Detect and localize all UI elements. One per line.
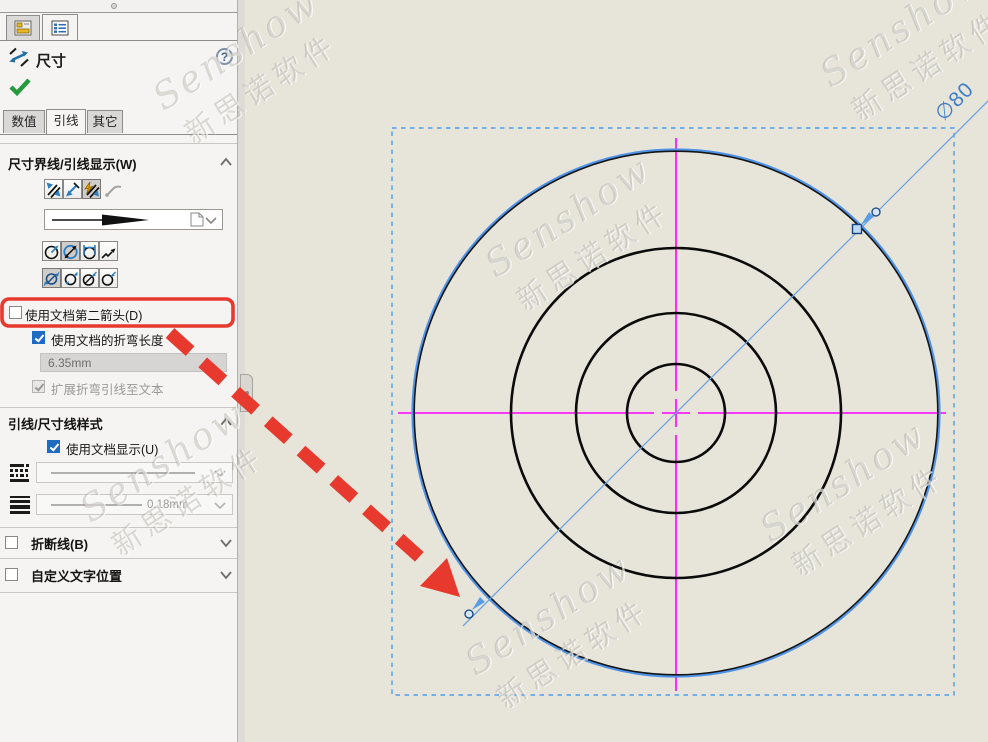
arrow-outside-icon (81, 270, 98, 287)
arrow-drag-handle-upper[interactable] (872, 208, 880, 216)
panel-title-row: 尺寸 ? (0, 46, 237, 72)
line-thickness-dropdown: 0.18mm (36, 494, 233, 515)
chevron-down-icon (214, 502, 226, 510)
section-divider (0, 143, 237, 144)
bend-length-field[interactable]: 6.35mm (40, 353, 227, 372)
property-manager-tab-icon (14, 20, 32, 36)
diameter-icon (62, 243, 79, 260)
line-style-dropdown (36, 462, 233, 483)
dimension-leader-line[interactable] (463, 101, 988, 626)
diameter-dimension-button[interactable] (61, 241, 80, 261)
tab-property-manager[interactable] (6, 15, 40, 40)
line-style-icon (9, 463, 33, 482)
line-thickness-preview (37, 495, 232, 514)
diameter-arrow-outside-button[interactable] (80, 268, 99, 288)
arrow-drag-handle-lower[interactable] (465, 610, 473, 618)
arrow-style-preview (45, 210, 222, 229)
chevron-down-icon (214, 470, 226, 478)
bend-length-checkbox[interactable] (32, 331, 45, 344)
panel-top-splitter[interactable] (0, 0, 237, 13)
custom-text-position-title: 自定义文字位置 (31, 566, 122, 585)
break-line-title: 折断线(B) (31, 534, 88, 553)
witness-leader-icon (64, 181, 81, 198)
solidworks-window: ∅80 (0, 0, 988, 742)
drawing-svg: ∅80 (245, 0, 988, 742)
section-divider (0, 527, 237, 528)
chevron-up-icon[interactable] (219, 157, 233, 167)
page-title: 尺寸 (36, 50, 66, 71)
radius-icon (43, 243, 60, 260)
dimension-icon (7, 47, 31, 69)
line-thickness-value: 0.18mm (147, 499, 189, 511)
extend-bent-label: 扩展折弯引线至文本 (51, 379, 164, 398)
drawing-canvas[interactable]: ∅80 (245, 0, 988, 742)
break-line-checkbox[interactable] (5, 536, 18, 549)
linear-diameter-icon (81, 243, 98, 260)
extend-bent-checkbox (32, 380, 45, 393)
ok-button[interactable] (8, 76, 34, 98)
use-doc-display-checkbox[interactable] (47, 440, 60, 453)
line-thickness-icon (9, 495, 33, 514)
bend-length-label: 使用文档的折弯长度 (51, 330, 164, 349)
chevron-up-icon[interactable] (219, 417, 233, 427)
leader-style-section-title: 引线/尺寸线样式 (8, 414, 103, 433)
property-manager-panel: 尺寸 ? 数值 引线 其它 尺寸界线/引线显示(W) (0, 0, 237, 742)
arrow-open-icon (100, 270, 117, 287)
flyout-grip-dot (245, 391, 249, 395)
ok-check-icon (8, 76, 34, 98)
witness-smart-button[interactable] (82, 179, 101, 199)
tab-value[interactable]: 数值 (3, 110, 45, 133)
attach-point-handle[interactable] (853, 225, 862, 234)
tab-configurations[interactable] (42, 14, 78, 40)
splitter-grip-dot (111, 3, 117, 9)
witness-leader-button[interactable] (63, 179, 82, 199)
diameter-arrow-open-button[interactable] (99, 268, 118, 288)
chevron-down-icon[interactable] (219, 538, 233, 548)
arrows-both-icon (43, 270, 60, 287)
tab-leaders[interactable]: 引线 (46, 109, 86, 134)
diameter-arrow-inside-button[interactable] (61, 268, 80, 288)
diameter-arrows-both-button[interactable] (42, 268, 61, 288)
foreshortened-icon (100, 243, 117, 260)
witness-outside-icon (45, 181, 62, 198)
tab-other[interactable]: 其它 (87, 110, 123, 133)
dimension-arrowhead-lower (472, 597, 485, 610)
section-divider (0, 558, 237, 559)
section-divider (0, 407, 237, 408)
configurations-tab-icon (51, 20, 69, 36)
chevron-down-icon (205, 217, 217, 225)
radius-dimension-button[interactable] (42, 241, 61, 261)
panel-splitter[interactable] (237, 0, 245, 742)
custom-text-position-checkbox[interactable] (5, 568, 18, 581)
witness-outside-button[interactable] (44, 179, 63, 199)
chevron-down-icon[interactable] (219, 570, 233, 580)
option-tab-bar: 数值 引线 其它 (0, 109, 237, 135)
witness-section-title: 尺寸界线/引线显示(W) (8, 154, 137, 173)
second-arrow-label: 使用文档第二箭头(D) (25, 305, 142, 324)
panel-flyout-handle[interactable] (240, 374, 253, 412)
arrow-style-dropdown[interactable] (44, 209, 223, 230)
use-doc-display-label: 使用文档显示(U) (66, 439, 158, 458)
line-style-preview (37, 463, 232, 482)
witness-smart-icon (83, 181, 100, 198)
linear-diameter-button[interactable] (80, 241, 99, 261)
help-icon[interactable]: ? (216, 48, 233, 65)
panel-tab-bar (0, 13, 237, 41)
second-arrow-checkbox[interactable] (9, 306, 22, 319)
foreshortened-button[interactable] (99, 241, 118, 261)
section-divider (0, 592, 237, 593)
arrow-inside-icon (62, 270, 79, 287)
bent-leader-icon (104, 181, 126, 199)
